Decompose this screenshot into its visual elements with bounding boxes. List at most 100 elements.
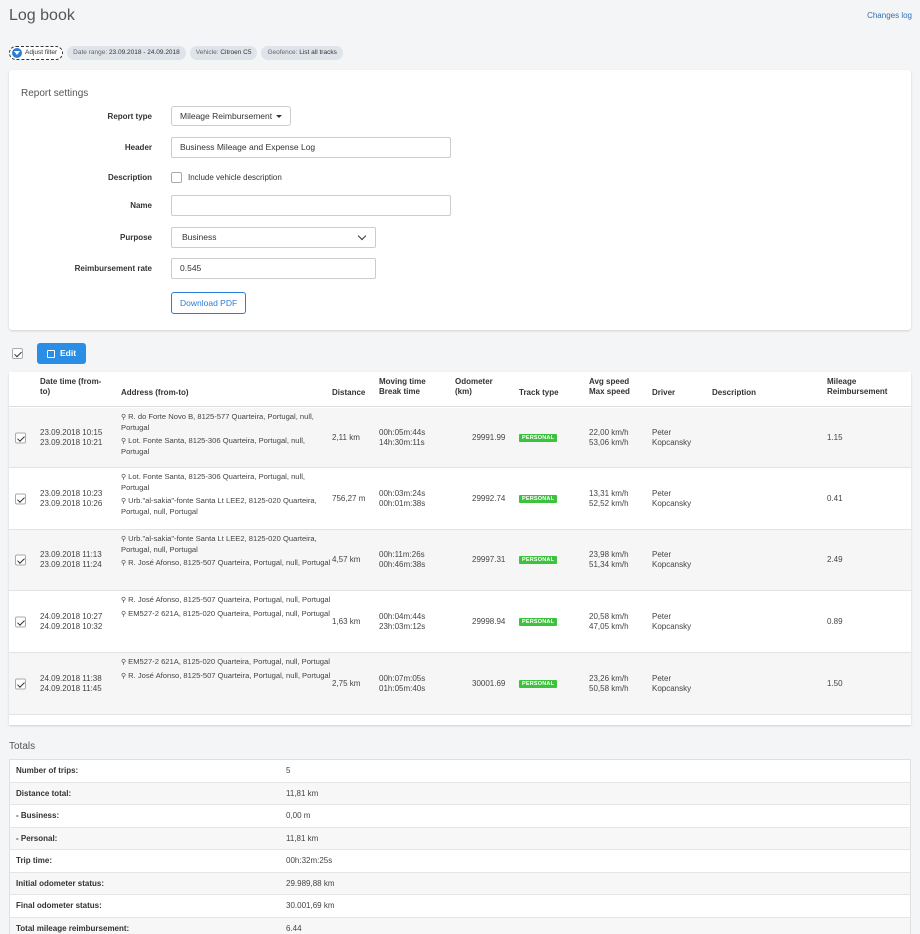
row-checkbox[interactable] (15, 432, 26, 443)
col-speed: Avg speed Max speed (589, 377, 630, 396)
download-pdf-button[interactable]: Download PDF (171, 292, 247, 314)
rate-row: Reimbursement rate 0.545 (9, 258, 376, 279)
row-distance: 756,27 m (332, 493, 366, 503)
row-datetime: 24.09.2018 10:27 24.09.2018 10:32 (40, 611, 103, 631)
row-speed: 22,00 km/h 53,06 km/h (589, 427, 629, 447)
row-odometer: 29997.31 (472, 555, 506, 564)
table-row[interactable]: 23.09.2018 11:1323.09.2018 11:24 Urb."al-… (9, 530, 911, 591)
geofence-value: List all tracks (299, 49, 337, 56)
row-checkbox[interactable] (15, 678, 26, 689)
edit-button[interactable]: Edit (37, 343, 87, 364)
row-datetime: 23.09.2018 10:15 23.09.2018 10:21 (40, 427, 103, 447)
row-checkbox[interactable] (15, 616, 26, 627)
row-driver: Peter Kopcansky (652, 550, 692, 569)
totals-value: 29.989,88 km (286, 878, 335, 888)
table-row[interactable]: 24.09.2018 10:2724.09.2018 10:32 R. José … (9, 591, 911, 653)
col-mileage-reimbursement: Mileage Reimbursement (827, 377, 888, 396)
row-speed: 20,58 km/h 47,05 km/h (589, 611, 629, 631)
report-type-row: Report type Mileage Reimbursement (9, 106, 292, 126)
table-row[interactable]: 24.09.2018 11:3824.09.2018 11:45 EM527-2 … (9, 653, 911, 715)
totals-value: 11,81 km (286, 833, 319, 843)
track-type-badge: PERSONAL (519, 679, 558, 688)
to-address: EM527-2 621A, 8125-020 Quarteira, Portug… (121, 609, 331, 620)
totals-label: - Personal: (16, 833, 58, 843)
table-row[interactable]: 23.09.2018 10:2323.09.2018 10:26 Lot. Fon… (9, 468, 911, 530)
changes-log-link[interactable]: Changes log (867, 11, 912, 20)
geofence-label: Geofence: (267, 49, 300, 56)
col-distance: Distance (332, 388, 366, 397)
row-checkbox[interactable] (15, 554, 26, 566)
description-label: Description (107, 173, 152, 183)
rate-input[interactable]: 0.545 (171, 258, 376, 279)
row-driver: Peter Kopcansky (652, 488, 692, 508)
totals-label: Total mileage reimbursement: (16, 923, 130, 933)
name-label: Name (130, 201, 152, 210)
totals-row: Total mileage reimbursement: 6.44 (10, 917, 910, 934)
row-mileage-reimbursement: 2.49 (827, 555, 843, 564)
row-datetime: 23.09.2018 11:13 23.09.2018 11:24 (40, 550, 102, 569)
report-settings-panel: Report settings Report type Mileage Reim… (9, 70, 911, 330)
date-range-chip[interactable]: Date range: 23.09.2018 - 24.09.2018 (67, 46, 186, 60)
include-description-label: Include vehicle description (188, 173, 282, 183)
purpose-select[interactable]: Business (171, 227, 376, 248)
totals-value: 0,00 m (286, 811, 311, 821)
row-mileage-reimbursement: 1.15 (827, 432, 843, 442)
from-address: R. José Afonso, 8125-507 Quarteira, Port… (121, 595, 331, 606)
totals-label: Distance total: (16, 788, 72, 798)
report-type-dropdown[interactable]: Mileage Reimbursement (171, 106, 292, 126)
description-row: Description Include vehicle description (9, 172, 282, 184)
chevron-down-icon (357, 231, 367, 241)
totals-label: Initial odometer status: (16, 878, 105, 888)
edit-icon (47, 349, 55, 358)
to-address: Urb."al-sakia"-fonte Santa Lt LEE2, 8125… (121, 496, 331, 517)
geofence-chip[interactable]: Geofence: List all tracks (261, 46, 343, 60)
row-address: Urb."al-sakia"-fonte Santa Lt LEE2, 8125… (121, 534, 331, 572)
purpose-label: Purpose (119, 233, 152, 242)
table-row[interactable]: 23.09.2018 10:1523.09.2018 10:21 R. do Fo… (9, 408, 911, 468)
from-address: Lot. Fonte Santa, 8125-306 Quarteira, Po… (121, 472, 331, 493)
totals-value: 30.001,69 km (286, 901, 335, 911)
row-driver: Peter Kopcansky (652, 611, 692, 631)
track-type-badge: PERSONAL (519, 494, 558, 503)
include-description-checkbox[interactable] (171, 172, 182, 184)
row-address: R. José Afonso, 8125-507 Quarteira, Port… (121, 595, 331, 623)
vehicle-chip[interactable]: Vehicle: Citroen C5 (189, 46, 258, 60)
row-moving-time: 00h:03m:24s 00h:01m:38s (379, 488, 426, 508)
trips-table: Date time (from-to) Address (from-to) Di… (9, 372, 911, 725)
row-moving-time: 00h:05m:44s 14h:30m:11s (379, 427, 426, 447)
row-distance: 4,57 km (332, 555, 361, 564)
row-moving-time: 00h:04m:44s 23h:03m:12s (379, 611, 426, 631)
adjust-filter-button[interactable]: Adjust filter (9, 46, 64, 60)
col-driver: Driver (652, 388, 676, 397)
totals-value: 6.44 (286, 923, 302, 933)
date-range-value: 23.09.2018 - 24.09.2018 (108, 49, 180, 56)
totals-row: Distance total: 11,81 km (10, 782, 910, 805)
adjust-filter-label: Adjust filter (25, 49, 58, 56)
vehicle-value: Citroen C5 (220, 49, 252, 56)
to-address: Lot. Fonte Santa, 8125-306 Quarteira, Po… (121, 436, 331, 457)
header-row: Header Business Mileage and Expense Log (9, 137, 451, 158)
rate-label: Reimbursement rate (74, 264, 152, 273)
col-moving-time: Moving time Break time (379, 377, 426, 396)
row-driver: Peter Kopcansky (652, 427, 692, 447)
to-address: R. José Afonso, 8125-507 Quarteira, Port… (121, 671, 331, 682)
header-label: Header (124, 143, 152, 152)
totals-label: - Business: (16, 811, 60, 821)
filter-icon (12, 48, 22, 58)
filter-bar: Adjust filter Date range: 23.09.2018 - 2… (9, 46, 343, 60)
to-address: R. José Afonso, 8125-507 Quarteira, Port… (121, 558, 331, 569)
from-address: EM527-2 621A, 8125-020 Quarteira, Portug… (121, 657, 331, 668)
select-all-checkbox[interactable] (12, 348, 23, 359)
col-description: Description (712, 388, 757, 397)
name-row: Name (9, 195, 451, 216)
totals-value: 11,81 km (286, 788, 319, 798)
header-input[interactable]: Business Mileage and Expense Log (171, 137, 451, 158)
row-address: R. do Forte Novo B, 8125-577 Quarteira, … (121, 412, 331, 460)
row-checkbox[interactable] (15, 493, 26, 504)
name-input[interactable] (171, 195, 451, 216)
date-range-label: Date range: (73, 49, 109, 56)
totals-label: Number of trips: (16, 766, 79, 776)
row-speed: 23,26 km/h 50,58 km/h (589, 673, 629, 693)
table-header: Date time (from-to) Address (from-to) Di… (9, 372, 911, 407)
row-driver: Peter Kopcansky (652, 673, 692, 693)
